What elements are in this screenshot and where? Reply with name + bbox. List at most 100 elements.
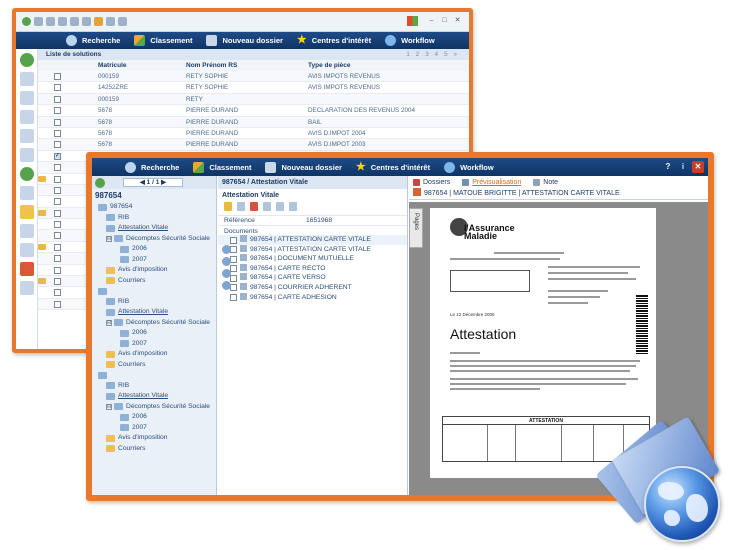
tree-node[interactable]: 2006 bbox=[98, 328, 216, 339]
tree-node[interactable] bbox=[98, 286, 216, 297]
table-row[interactable]: 5678 PIERRE DURAND BAIL bbox=[38, 116, 469, 128]
tree-node[interactable]: Courriers bbox=[98, 444, 216, 455]
collapse-toggle-icon[interactable]: ⊟ bbox=[106, 403, 112, 410]
settings-tool-icon[interactable] bbox=[19, 281, 34, 295]
attach-icon[interactable] bbox=[276, 202, 284, 211]
back-arrow-icon[interactable] bbox=[95, 177, 105, 188]
home-icon[interactable] bbox=[70, 17, 79, 26]
row-checkbox[interactable] bbox=[54, 95, 61, 103]
table-row[interactable]: 5678 PIERRE DURAND AVIS D.IMPOT 2003 bbox=[38, 139, 469, 151]
document-tool-icon[interactable] bbox=[19, 110, 34, 124]
delete-icon[interactable] bbox=[250, 202, 258, 211]
tree-node[interactable]: Avis d'imposition bbox=[98, 349, 216, 360]
user-icon[interactable]: i bbox=[677, 161, 689, 173]
row-checkbox[interactable] bbox=[54, 255, 61, 263]
tree-node[interactable]: 2006 bbox=[98, 412, 216, 423]
document-row[interactable]: 987654 | COURRIER ADHERENT bbox=[218, 282, 407, 293]
row-checkbox[interactable] bbox=[54, 209, 61, 217]
collapse-toggle-icon[interactable]: ⊟ bbox=[106, 319, 112, 326]
row-checkbox[interactable] bbox=[54, 129, 61, 137]
list-pager[interactable]: 1 2 3 4 5 » bbox=[406, 49, 459, 60]
row-checkbox[interactable] bbox=[54, 73, 61, 80]
mail-tool-icon[interactable] bbox=[19, 186, 34, 200]
tree-node[interactable]: Attestation Vitale bbox=[98, 307, 216, 318]
edit-icon[interactable] bbox=[224, 202, 232, 211]
tab-dossiers[interactable]: Dossiers bbox=[413, 178, 450, 186]
tree-node[interactable]: ⊟ Décomptes Sécurité Sociale bbox=[98, 234, 216, 245]
history-icon[interactable] bbox=[106, 17, 115, 26]
row-checkbox[interactable] bbox=[54, 141, 61, 149]
archive-tool-icon[interactable] bbox=[19, 205, 34, 219]
document-row[interactable]: 987654 | CARTE RECTO bbox=[218, 263, 407, 274]
print-tool-icon[interactable] bbox=[19, 148, 34, 162]
tree-node[interactable]: Courriers bbox=[98, 360, 216, 371]
row-checkbox[interactable] bbox=[54, 107, 61, 115]
forward-icon[interactable] bbox=[34, 17, 43, 26]
grid-tool-icon[interactable] bbox=[19, 224, 34, 238]
nav-nouveau-dossier[interactable]: Nouveau dossier bbox=[206, 35, 283, 46]
refresh-icon[interactable] bbox=[58, 17, 67, 26]
edit-tool-icon[interactable] bbox=[19, 91, 34, 105]
tree-node[interactable]: Attestation Vitale bbox=[98, 391, 216, 402]
row-checkbox[interactable] bbox=[54, 164, 61, 172]
tab-note[interactable]: Note bbox=[533, 178, 558, 186]
column-header-nom[interactable]: Nom Prénom RS bbox=[186, 60, 237, 71]
row-checkbox[interactable] bbox=[54, 175, 61, 183]
tree-node[interactable]: 987654 bbox=[98, 202, 216, 213]
row-checkbox[interactable] bbox=[54, 266, 61, 274]
tag-icon[interactable] bbox=[222, 281, 231, 290]
collapse-toggle-icon[interactable]: ⊟ bbox=[106, 235, 112, 242]
tree-node[interactable]: ⊟ Décomptes Sécurité Sociale bbox=[98, 318, 216, 329]
zoom-icon[interactable] bbox=[222, 269, 231, 278]
print-icon[interactable] bbox=[237, 202, 245, 211]
close-icon[interactable]: ✕ bbox=[692, 161, 704, 173]
row-checkbox[interactable] bbox=[54, 289, 61, 297]
help-icon[interactable]: ? bbox=[662, 161, 674, 173]
row-checkbox[interactable] bbox=[54, 152, 61, 160]
tree-node[interactable]: RIB bbox=[98, 381, 216, 392]
tree-node[interactable]: Attestation Vitale bbox=[98, 223, 216, 234]
nav-workflow[interactable]: Workflow bbox=[444, 161, 494, 173]
search-tool-icon[interactable] bbox=[19, 72, 34, 86]
row-checkbox[interactable] bbox=[54, 84, 61, 92]
column-header-matricule[interactable]: Matricule bbox=[98, 60, 127, 71]
record-pager[interactable]: ◀ 1 / 1 ▶ bbox=[123, 178, 183, 187]
row-checkbox[interactable] bbox=[54, 221, 61, 229]
mail-icon[interactable] bbox=[118, 17, 127, 26]
tree-node[interactable]: 2006 bbox=[98, 244, 216, 255]
copy-icon[interactable] bbox=[263, 202, 271, 211]
document-checkbox[interactable] bbox=[230, 236, 237, 244]
table-row[interactable]: 000159 RETY bbox=[38, 93, 469, 106]
stop-icon[interactable] bbox=[46, 17, 55, 26]
scan-icon[interactable] bbox=[222, 245, 231, 254]
tree-node[interactable]: 2007 bbox=[98, 423, 216, 434]
document-row[interactable]: 987654 | ATTESTATION CARTE VITALE bbox=[218, 235, 407, 245]
back-icon[interactable] bbox=[22, 17, 31, 26]
refresh-tool-icon[interactable] bbox=[19, 167, 34, 181]
tree-node[interactable]: ⊟ Décomptes Sécurité Sociale bbox=[98, 402, 216, 413]
tab-previsualisation[interactable]: Prévisualisation bbox=[462, 178, 521, 186]
document-row[interactable]: 987654 | CARTE ADHESION bbox=[218, 292, 407, 303]
table-row[interactable]: 000159 RETY SOPHIE AVIS IMPOTS REVENUS bbox=[38, 71, 469, 83]
nav-nouveau-dossier[interactable]: Nouveau dossier bbox=[265, 161, 342, 173]
document-row[interactable]: 987654 | ATTESTATION CARTE VITALE bbox=[218, 244, 407, 255]
export-icon[interactable] bbox=[289, 202, 297, 211]
favorites-icon[interactable] bbox=[94, 17, 103, 26]
tree-node[interactable] bbox=[98, 370, 216, 381]
tree-node[interactable]: Courriers bbox=[98, 276, 216, 287]
document-row[interactable]: 987654 | CARTE VERSO bbox=[218, 273, 407, 283]
nav-recherche[interactable]: Recherche bbox=[66, 35, 120, 46]
document-checkbox[interactable] bbox=[230, 294, 237, 302]
tree-node[interactable]: Avis d'imposition bbox=[98, 265, 216, 276]
nav-recherche[interactable]: Recherche bbox=[125, 161, 179, 173]
scan-tool-icon[interactable] bbox=[19, 129, 34, 143]
nav-classement[interactable]: Classement bbox=[193, 161, 251, 173]
row-checkbox[interactable] bbox=[54, 186, 61, 194]
nav-centres-interet[interactable]: ★ Centres d'intérêt bbox=[356, 161, 430, 173]
nav-centres-interet[interactable]: ★ Centres d'intérêt bbox=[297, 35, 371, 46]
nav-workflow[interactable]: Workflow bbox=[385, 35, 435, 46]
pages-sidebar-tab[interactable]: Pages bbox=[409, 208, 423, 248]
document-row[interactable]: 987654 | DOCUMENT MUTUELLE bbox=[218, 254, 407, 264]
close-button[interactable]: ✕ bbox=[452, 16, 463, 26]
tree-node[interactable]: RIB bbox=[98, 213, 216, 224]
